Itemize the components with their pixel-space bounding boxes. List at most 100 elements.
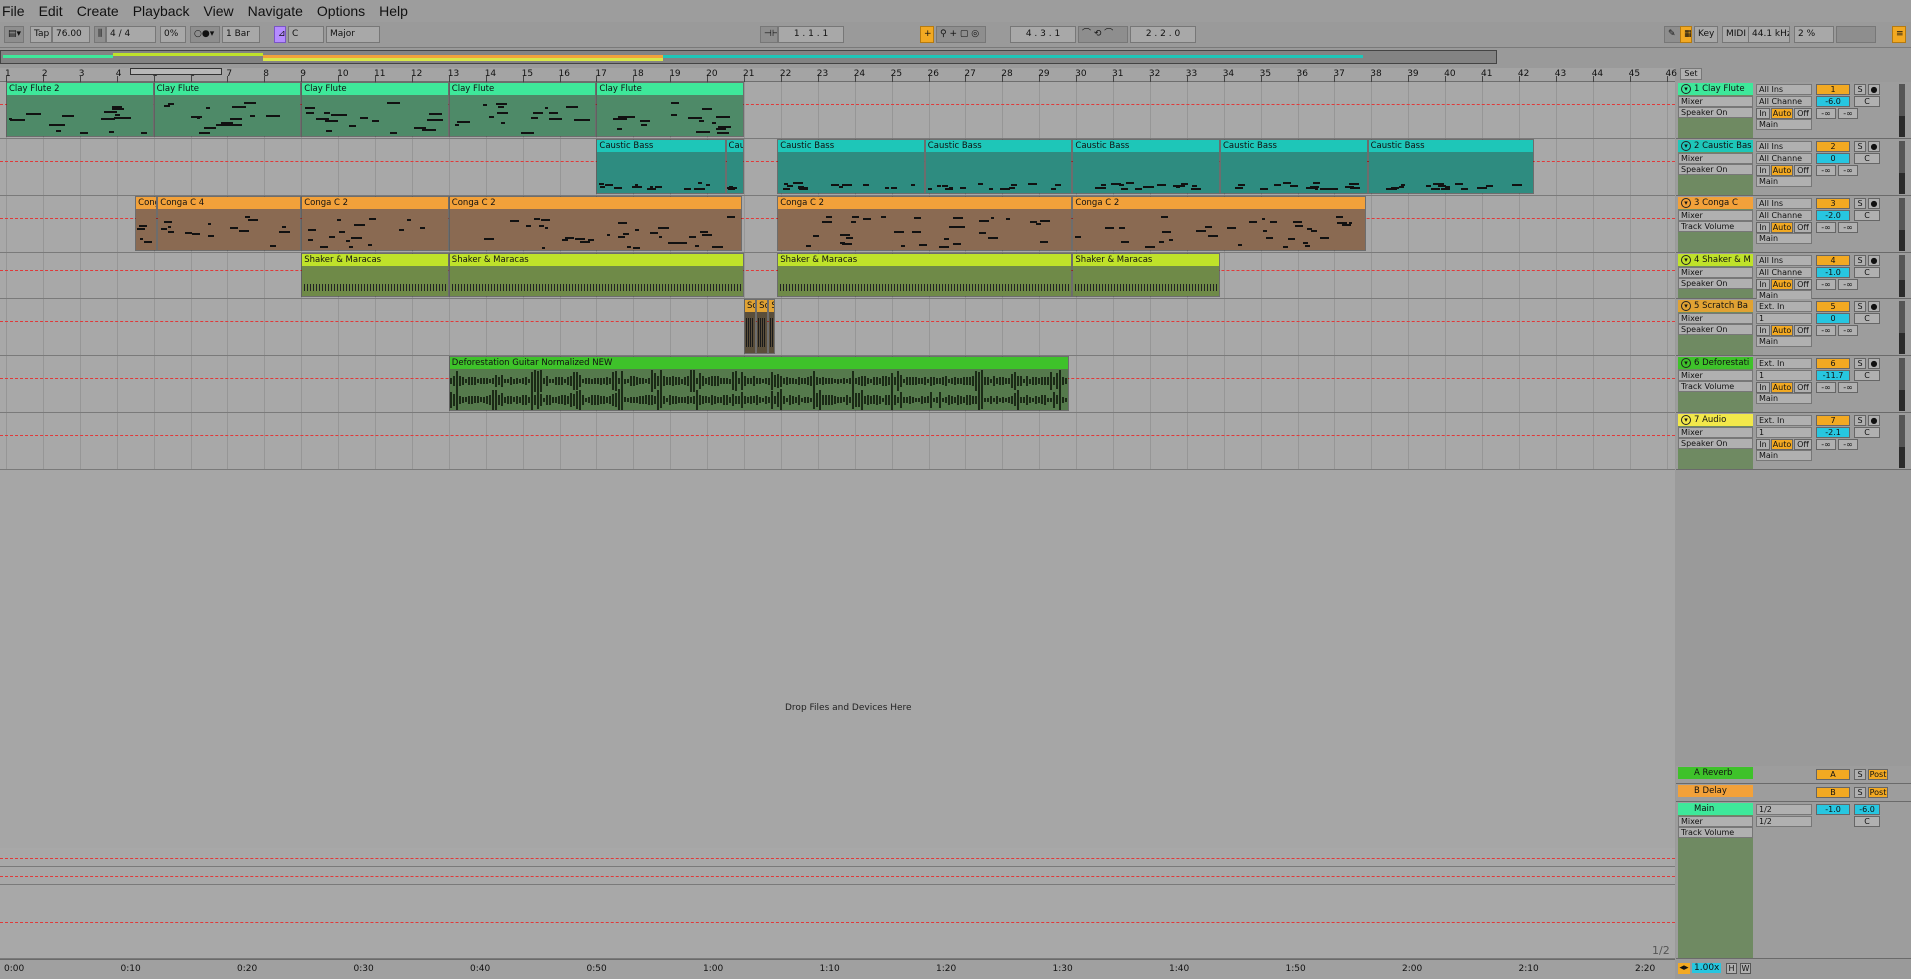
menu-create[interactable]: Create <box>77 3 127 19</box>
track-name[interactable]: ▾ 2 Caustic Bas <box>1678 140 1753 152</box>
track-number[interactable]: 2 <box>1816 141 1850 152</box>
track-number[interactable]: 5 <box>1816 301 1850 312</box>
clip[interactable]: Shaker & Maracas <box>777 253 1073 297</box>
pan-field[interactable]: C <box>1854 267 1880 278</box>
track-number[interactable]: 4 <box>1816 255 1850 266</box>
input-channel-select[interactable]: 1 <box>1756 313 1812 324</box>
loop-length-field[interactable]: 2 . 2 . 0 <box>1130 26 1196 43</box>
fold-icon[interactable]: ▾ <box>1681 255 1691 265</box>
main-output-select[interactable]: 1/2 <box>1756 816 1812 827</box>
return-header[interactable]: A Reverb A S Post <box>1676 766 1911 784</box>
monitor-off-button[interactable]: Off <box>1794 108 1812 119</box>
monitor-off-button[interactable]: Off <box>1794 325 1812 336</box>
clip[interactable]: Clay Flute <box>301 82 449 137</box>
tempo-field[interactable]: 76.00 <box>52 26 90 43</box>
clip[interactable]: Cau <box>725 139 744 194</box>
monitor-off-button[interactable]: Off <box>1794 222 1812 233</box>
track-header[interactable]: ▾ 2 Caustic Bas Mixer Speaker On All Ins All … <box>1676 139 1911 196</box>
track-header[interactable]: ▾ 7 Audio Mixer Speaker On Ext. In 1 In Auto Off… <box>1676 413 1911 470</box>
mixer-select[interactable]: Mixer <box>1678 816 1753 827</box>
solo-button[interactable]: S <box>1854 301 1866 312</box>
pan-field[interactable]: C <box>1854 153 1880 164</box>
send-a-field[interactable]: -∞ <box>1816 222 1836 233</box>
volume-field[interactable]: -2.0 <box>1816 210 1850 221</box>
monitor-auto-button[interactable]: Auto <box>1771 325 1793 336</box>
track-header[interactable]: ▾ 5 Scratch Ba Mixer Speaker On Ext. In 1 In Au… <box>1676 299 1911 356</box>
fold-icon[interactable]: ▾ <box>1681 198 1691 208</box>
send-a-field[interactable]: -∞ <box>1816 279 1836 290</box>
arrangement-overview[interactable] <box>0 50 1497 64</box>
pan-field[interactable]: C <box>1854 313 1880 324</box>
scale-toggle-icon[interactable]: ⊿ <box>274 26 286 43</box>
menu-options[interactable]: Options <box>317 3 373 19</box>
main-volume-field[interactable]: -1.0 <box>1816 804 1850 815</box>
input-type-select[interactable]: Ext. In <box>1756 415 1812 426</box>
clip[interactable]: Caustic Bass <box>777 139 925 194</box>
menu-navigate[interactable]: Navigate <box>248 3 311 19</box>
clip[interactable]: Conga C 2 <box>301 196 449 251</box>
track-name[interactable]: ▾ 4 Shaker & M <box>1678 254 1753 266</box>
input-type-select[interactable]: All Ins <box>1756 84 1812 95</box>
clip[interactable]: Caustic Bass <box>1220 139 1368 194</box>
fold-icon[interactable]: ▾ <box>1681 415 1691 425</box>
menu-file[interactable]: File <box>2 3 33 19</box>
input-channel-select[interactable]: All Channe <box>1756 153 1812 164</box>
send-b-field[interactable]: -∞ <box>1838 382 1858 393</box>
metronome-bars-icon[interactable]: ⫼ <box>94 26 106 43</box>
main-name[interactable]: Main <box>1678 803 1753 815</box>
pan-field[interactable]: C <box>1854 210 1880 221</box>
send-b-field[interactable]: -∞ <box>1838 439 1858 450</box>
solo-button[interactable]: S <box>1854 141 1866 152</box>
input-type-select[interactable]: Ext. In <box>1756 301 1812 312</box>
clip[interactable]: Sc <box>756 299 769 354</box>
track-number[interactable]: 3 <box>1816 198 1850 209</box>
output-select[interactable]: Main <box>1756 450 1812 461</box>
input-type-select[interactable]: Ext. In <box>1756 358 1812 369</box>
pan-field[interactable]: C <box>1854 370 1880 381</box>
send-b-field[interactable]: -∞ <box>1838 279 1858 290</box>
key-map-button[interactable]: Key <box>1694 26 1718 43</box>
w-toggle[interactable]: W <box>1740 963 1751 974</box>
menu-playback[interactable]: Playback <box>133 3 198 19</box>
send-a-field[interactable]: -∞ <box>1816 165 1836 176</box>
track-name[interactable]: ▾ 7 Audio <box>1678 414 1753 426</box>
input-type-select[interactable]: All Ins <box>1756 141 1812 152</box>
follow-icon[interactable]: ⊣⊢ <box>760 26 778 43</box>
clip[interactable]: Clay Flute <box>448 82 597 137</box>
menu-view[interactable]: View <box>204 3 242 19</box>
send-a-field[interactable]: -∞ <box>1816 108 1836 119</box>
clip[interactable]: Clay Flute <box>153 82 302 137</box>
overdub-icon[interactable]: + <box>920 26 934 43</box>
solo-button[interactable]: S <box>1854 198 1866 209</box>
track-number[interactable]: 6 <box>1816 358 1850 369</box>
arm-button[interactable]: ● <box>1868 415 1880 426</box>
monitor-auto-button[interactable]: Auto <box>1771 279 1793 290</box>
clip[interactable]: Sc <box>744 299 757 354</box>
post-button[interactable]: Post <box>1868 787 1888 798</box>
return-lane[interactable] <box>0 885 1675 959</box>
time-signature-field[interactable]: 4 / 4 <box>106 26 156 43</box>
mixer-select[interactable]: Mixer <box>1678 210 1753 221</box>
track-lane[interactable]: CongaConga C 4Conga C 2Conga C 2Conga C … <box>0 196 1675 253</box>
monitor-select[interactable]: Track Volume <box>1678 221 1753 232</box>
solo-button[interactable]: S <box>1854 769 1866 780</box>
clip[interactable]: Conga C 4 <box>157 196 302 251</box>
menu-edit[interactable]: Edit <box>39 3 71 19</box>
key-root-select[interactable]: C <box>288 26 324 43</box>
time-ruler[interactable]: 0:00 0:10 0:20 0:30 0:40 0:50 1:00 1:10 1:20 1:30… <box>0 959 1675 979</box>
mixer-select[interactable]: Mixer <box>1678 267 1753 278</box>
send-b-field[interactable]: -∞ <box>1838 108 1858 119</box>
monitor-select[interactable]: Speaker On <box>1678 278 1753 289</box>
track-header[interactable]: ▾ 6 Deforestati Mixer Track Volume Ext. In 1 I… <box>1676 356 1911 413</box>
monitor-in-button[interactable]: In <box>1756 165 1770 176</box>
return-letter[interactable]: B <box>1816 787 1850 798</box>
pan-field[interactable]: C <box>1854 96 1880 107</box>
send-b-field[interactable]: -∞ <box>1838 165 1858 176</box>
loop-brace[interactable] <box>130 68 222 75</box>
send-a-field[interactable]: -∞ <box>1816 382 1836 393</box>
output-select[interactable]: Main <box>1756 233 1812 244</box>
return-name[interactable]: B Delay <box>1678 785 1753 797</box>
monitor-select[interactable]: Speaker On <box>1678 324 1753 335</box>
send-b-field[interactable]: -∞ <box>1838 325 1858 336</box>
arm-button[interactable]: ● <box>1868 255 1880 266</box>
